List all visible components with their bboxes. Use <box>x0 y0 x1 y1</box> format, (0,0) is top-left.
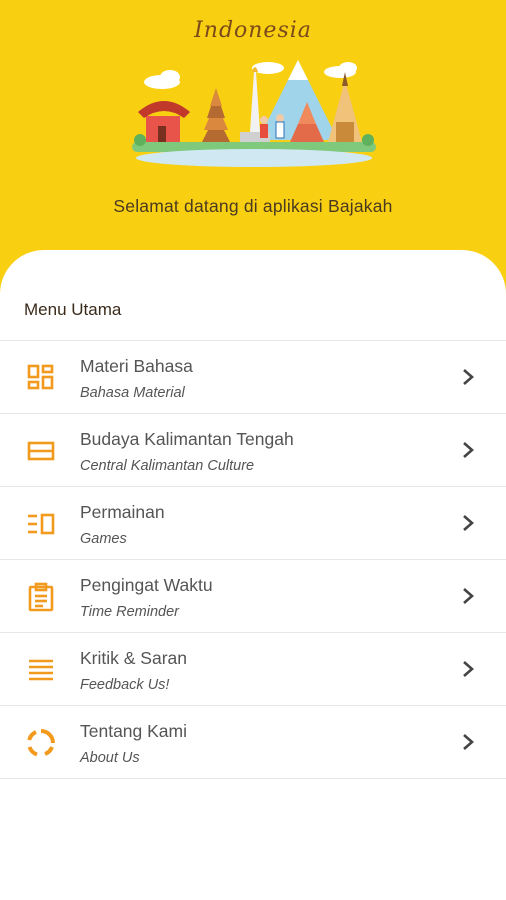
list-icon <box>26 436 56 466</box>
menu-item-title: Kritik & Saran <box>80 648 187 668</box>
welcome-text: Selamat datang di aplikasi Bajakah <box>113 196 393 216</box>
menu-item-title: Permainan <box>80 502 165 522</box>
chevron-right-icon <box>460 440 476 460</box>
menu-item-tentang-kami[interactable]: Tentang Kami About Us <box>0 706 506 779</box>
menu-item-title: Tentang Kami <box>80 721 188 741</box>
menu-item-title: Pengingat Waktu <box>80 575 213 595</box>
menu-item-subtitle: Time Reminder <box>80 604 179 620</box>
menu-item-title: Materi Bahasa <box>80 356 193 376</box>
dashboard-icon <box>26 363 56 393</box>
brand-title: Indonesia <box>194 18 312 43</box>
chevron-right-icon <box>460 732 476 752</box>
menu-item-subtitle: Games <box>80 531 127 547</box>
menu-item-subtitle: Feedback Us! <box>80 677 170 693</box>
menu-list: Materi Bahasa Bahasa Material Budaya Kal… <box>0 340 506 779</box>
view-list-icon <box>26 509 56 539</box>
clipboard-icon <box>26 582 56 612</box>
menu-title: Menu Utama <box>24 300 122 319</box>
menu-item-title: Budaya Kalimantan Tengah <box>80 429 294 449</box>
menu-item-permainan[interactable]: Permainan Games <box>0 487 506 560</box>
indonesia-landmarks-illustration <box>132 60 376 167</box>
lines-icon <box>26 655 56 685</box>
chevron-right-icon <box>460 513 476 533</box>
chevron-right-icon <box>460 659 476 679</box>
menu-item-pengingat-waktu[interactable]: Pengingat Waktu Time Reminder <box>0 560 506 633</box>
main-menu-card: Menu Utama Materi Bahasa Bahasa Material <box>0 250 506 900</box>
chevron-right-icon <box>460 586 476 606</box>
menu-item-subtitle: Central Kalimantan Culture <box>80 458 255 474</box>
ring-icon <box>26 728 56 758</box>
menu-item-subtitle: Bahasa Material <box>80 385 185 401</box>
chevron-right-icon <box>460 367 476 387</box>
menu-item-materi-bahasa[interactable]: Materi Bahasa Bahasa Material <box>0 341 506 414</box>
menu-item-subtitle: About Us <box>80 750 140 766</box>
menu-item-budaya-kalimantan[interactable]: Budaya Kalimantan Tengah Central Kaliman… <box>0 414 506 487</box>
menu-item-kritik-saran[interactable]: Kritik & Saran Feedback Us! <box>0 633 506 706</box>
